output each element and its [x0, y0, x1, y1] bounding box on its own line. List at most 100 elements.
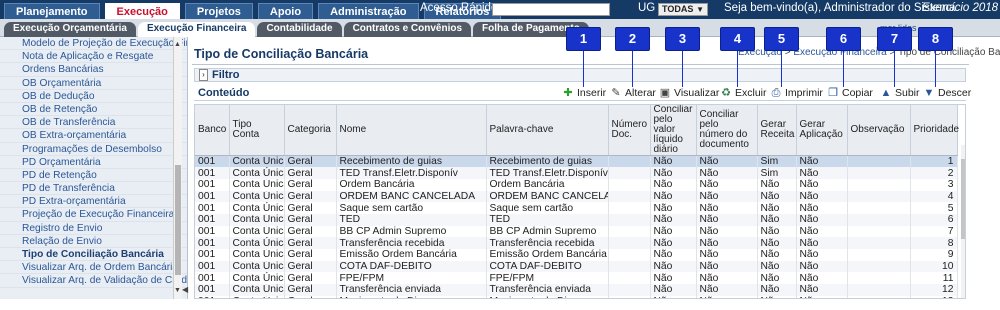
- table-cell-prioridade: 6: [910, 213, 958, 226]
- sidebar-item-ob-extra-orcamentaria[interactable]: OB Extra-orçamentária: [0, 129, 187, 143]
- visualizar-button[interactable]: ▣ Visualizar: [659, 86, 720, 100]
- tab-contabilidade[interactable]: Contabilidade: [257, 22, 342, 37]
- table-cell-prioridade: 3: [910, 178, 958, 191]
- sidebar-item-ob-orcamentaria[interactable]: OB Orçamentária: [0, 77, 187, 90]
- table-cell-conciliar-pelo-valor-liquido-diario: Não: [650, 260, 697, 273]
- subir-button[interactable]: ▲ Subir: [880, 86, 920, 100]
- table-row[interactable]: 001Conta ÚnicaGeralMovimento do DiaMovim…: [195, 295, 958, 298]
- table-row[interactable]: 001 Conta Única Geral Transferência recebid…: [195, 237, 958, 249]
- table-scrollbar[interactable]: [961, 145, 965, 298]
- table-row[interactable]: 001 Conta Única Geral Transferência enviada…: [195, 284, 958, 296]
- sidebar-item-projecao-de-execucao-financeira[interactable]: Projeção de Execução Financeira: [0, 208, 187, 222]
- sidebar-item-programacoes-de-desembolso[interactable]: Programações de Desembolso: [0, 143, 187, 156]
- table-row[interactable]: 001 Conta Única Geral BB CP Admin Supremo BB…: [195, 225, 958, 238]
- excluir-button[interactable]: ♻ Excluir: [720, 86, 766, 100]
- table-cell-tipo-conta: Conta Única: [229, 225, 285, 238]
- sidebar-item-visualizar-arq-de-ordem-bancaria[interactable]: Visualizar Arq. de Ordem Bancária: [0, 261, 187, 275]
- table-cell-categoria: Geral: [284, 167, 337, 179]
- table-row[interactable]: 001 Conta Única Geral FPE/FPM FPE/FPM Não Não N…: [195, 272, 958, 285]
- table-row[interactable]: 001 Conta Única Geral COTA DAF-DEBITO COTA D…: [195, 260, 958, 273]
- collapse-sidebar-icon[interactable]: ◀: [182, 285, 188, 294]
- tab-contratos-e-convenios[interactable]: Contratos e Convênios: [343, 22, 472, 37]
- table-cell-gerar-aplicacao: Não: [796, 213, 848, 226]
- sidebar-item-registro-de-envio[interactable]: Registro de Envio: [0, 222, 187, 235]
- table-cell-tipo-conta: Conta Única: [229, 190, 285, 203]
- table-cell-banco: 001: [195, 272, 230, 285]
- top-menu-apoio[interactable]: Apoio: [257, 3, 314, 19]
- sidebar-item-nota-de-aplicacao-e-resgate[interactable]: Nota de Aplicação e Resgate: [0, 50, 187, 64]
- table-cell-nome: Transferência recebida: [336, 237, 487, 249]
- sidebar-item-ordens-bancarias[interactable]: Ordens Bancárias: [0, 63, 187, 77]
- table-cell-gerar-receita: Não: [757, 295, 797, 298]
- table-cell-categoria: Geral: [284, 260, 337, 273]
- table-cell-gerar-aplicacao: Não: [796, 284, 848, 296]
- column-header-tipo-conta[interactable]: Tipo Conta: [229, 105, 285, 156]
- column-header-numero-doc[interactable]: Número Doc.: [608, 105, 651, 156]
- top-menu-planejamento[interactable]: Planejamento: [4, 3, 100, 19]
- inserir-button[interactable]: ✚ Inserir: [562, 86, 606, 100]
- table-cell-prioridade: 12: [910, 284, 958, 296]
- table-row[interactable]: 001 Conta Única Geral TED TED Não Não Não Não 6: [195, 213, 958, 226]
- quick-access-input[interactable]: [492, 3, 610, 16]
- column-header-prioridade[interactable]: Prioridade: [910, 105, 959, 156]
- table-cell-gerar-aplicacao: Não: [796, 178, 848, 191]
- table-cell-banco: 001: [195, 249, 230, 261]
- column-header-conciliar-pelo-valor-liquido-diario[interactable]: Conciliar pelo valor líquido diário: [650, 105, 697, 156]
- top-menu-execucao[interactable]: Execução: [104, 3, 180, 19]
- table-cell-nome: Transferência enviada: [336, 284, 487, 296]
- sidebar-item-pd-orcamentaria[interactable]: PD Orçamentária: [0, 156, 187, 169]
- table-cell-banco: 001: [195, 237, 230, 249]
- table-cell-numero-doc: [608, 213, 651, 226]
- table-row[interactable]: 001 Conta Única Geral TED Transf.Eletr.Disp…: [195, 167, 958, 179]
- sidebar-item-visualizar-arq-de-validacao-de-credores[interactable]: Visualizar Arq. de Validação de Credores: [0, 274, 187, 288]
- table-row[interactable]: 001 Conta Única Geral ORDEM BANC CANCELADA O…: [195, 190, 958, 203]
- table-cell-gerar-aplicacao: Não: [796, 155, 848, 168]
- top-menu-projetos[interactable]: Projetos: [184, 3, 253, 19]
- column-header-categoria[interactable]: Categoria: [284, 105, 337, 156]
- table-cell-conciliar-pelo-numero-do-documento: Não: [696, 249, 758, 261]
- sidebar-item-ob-de-transferencia[interactable]: OB de Transferência: [0, 116, 187, 130]
- sidebar-item-relacao-de-envio[interactable]: Relação de Envio: [0, 235, 187, 248]
- table-cell-gerar-receita: Não: [757, 202, 797, 214]
- column-header-gerar-aplicacao[interactable]: Gerar Aplicação: [796, 105, 848, 156]
- descer-button[interactable]: ▼ Descer: [923, 86, 972, 100]
- tab-execucao-financeira[interactable]: Execução Financeira: [137, 22, 256, 37]
- top-menu-administracao[interactable]: Administração: [318, 3, 419, 19]
- imprimir-button[interactable]: ⎙ Imprimir: [770, 86, 823, 100]
- copiar-button[interactable]: ❐ Copiar: [827, 86, 873, 100]
- exercise-year[interactable]: Exercício 2018: [922, 2, 998, 14]
- copy-icon: ❐: [828, 87, 838, 99]
- column-header-conciliar-pelo-numero-do-documento[interactable]: Conciliar pelo número do documento: [696, 105, 758, 156]
- column-header-gerar-receita[interactable]: Gerar Receita: [757, 105, 797, 156]
- table-row[interactable]: 001 Conta Única Geral Emissão Ordem Bancári…: [195, 249, 958, 261]
- sidebar-item-pd-extra-orcamentaria[interactable]: PD Extra-orçamentária: [0, 195, 187, 209]
- sidebar-item-tipo-de-conciliacao-bancaria[interactable]: Tipo de Conciliação Bancária: [0, 248, 187, 262]
- sidebar-item-modelo-de-projecao-de-execucao-financeira[interactable]: Modelo de Projeção de Execução Financeir…: [0, 37, 187, 51]
- sidebar-item-ob-de-retencao[interactable]: OB de Retenção: [0, 103, 187, 117]
- table-cell-categoria: Geral: [284, 272, 337, 285]
- filter-panel[interactable]: › Filtro: [194, 68, 966, 82]
- sidebar-scrollbar[interactable]: ▲ ▼: [173, 37, 182, 299]
- visualizar-button-label: Visualizar: [674, 87, 720, 99]
- table-row[interactable]: 001 Conta Única Geral Recebimento de guias R…: [195, 155, 958, 168]
- scroll-down-icon[interactable]: ▼: [174, 287, 181, 294]
- sidebar-item-ob-de-deducao[interactable]: OB de Dedução: [0, 90, 187, 103]
- sidebar-item-pd-de-retencao[interactable]: PD de Retenção: [0, 169, 187, 183]
- scroll-up-icon[interactable]: ▲: [174, 41, 181, 48]
- callout-badge-4: 4: [720, 27, 755, 51]
- column-header-nome[interactable]: Nome: [336, 105, 487, 156]
- table-scroll-thumb[interactable]: [961, 159, 965, 239]
- column-header-palavra-chave[interactable]: Palavra-chave: [486, 105, 609, 156]
- sidebar-item-pd-de-transferencia[interactable]: PD de Transferência: [0, 182, 187, 196]
- alterar-button[interactable]: ✎ Alterar: [610, 86, 656, 100]
- table-row[interactable]: 001 Conta Única Geral Ordem Bancária Ordem B…: [195, 178, 958, 191]
- table-row[interactable]: 001 Conta Única Geral Saque sem cartão Saque…: [195, 202, 958, 214]
- table-cell-prioridade: 7: [910, 225, 958, 238]
- tab-execucao-orcamentaria[interactable]: Execução Orçamentária: [4, 22, 136, 37]
- table-cell-numero-doc: [608, 167, 651, 179]
- chevron-right-icon[interactable]: ›: [199, 69, 208, 81]
- sidebar-scroll-thumb[interactable]: [175, 165, 181, 275]
- column-header-observacao[interactable]: Observação: [847, 105, 911, 156]
- ug-select[interactable]: TODAS ▼: [658, 3, 708, 16]
- column-header-banco[interactable]: Banco: [195, 105, 230, 156]
